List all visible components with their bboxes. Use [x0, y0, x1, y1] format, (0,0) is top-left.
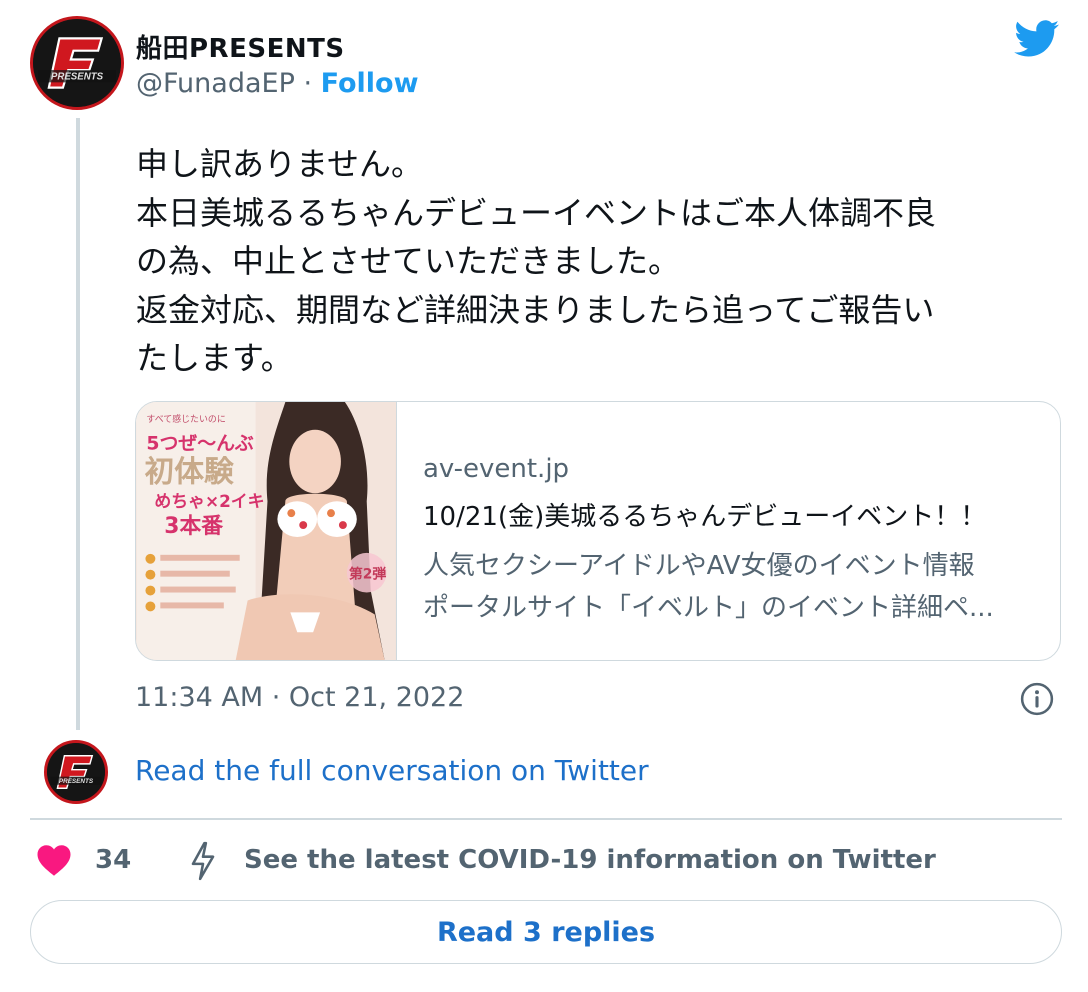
author-display-name[interactable]: 船田PRESENTS: [136, 28, 345, 65]
card-body: av-event.jp 10/21(金)美城るるちゃんデビューイベント！！ 人気…: [397, 402, 994, 660]
thumb-sub: めちゃ×2イキ: [154, 491, 264, 511]
tweet-line: の為、中止とさせていただきました。: [136, 242, 681, 280]
card-thumbnail-image: すべて感じたいのに 5つぜ〜んぶ 初体験 めちゃ×2イキ 3本番 第2弾: [136, 402, 396, 660]
card-domain: av-event.jp: [423, 454, 570, 484]
heart-icon[interactable]: [36, 843, 72, 877]
card-description-line: 人気セクシーアイドルやAV女優のイベント情報: [423, 551, 975, 581]
info-icon[interactable]: [1020, 682, 1054, 716]
card-thumbnail: すべて感じたいのに 5つぜ〜んぶ 初体験 めちゃ×2イキ 3本番 第2弾: [136, 402, 397, 660]
divider: [30, 818, 1062, 820]
card-description: 人気セクシーアイドルやAV女優のイベント情報 ポータルサイト「イベルト」のイベン…: [423, 545, 994, 629]
tweet-text: 申し訳ありません。 本日美城るるちゃんデビューイベントはご本人体調不良 の為、中…: [136, 140, 1066, 383]
tweet-timestamp[interactable]: 11:34 AM · Oct 21, 2022: [135, 682, 464, 713]
card-description-line: ポータルサイト「イベルト」のイベント詳細ペ...: [423, 593, 994, 623]
tweet-line: たします。: [136, 339, 293, 377]
thumb-badge: 第2弾: [349, 566, 387, 583]
follow-link[interactable]: Follow: [321, 68, 419, 99]
svg-text:すべて感じたいのに: すべて感じたいのに: [146, 413, 225, 425]
lightning-bolt-icon[interactable]: [188, 841, 218, 881]
author-handle-row: @FunadaEP · Follow: [136, 68, 419, 99]
read-replies-button[interactable]: Read 3 replies: [30, 900, 1062, 964]
conversation-avatar[interactable]: PRESENTS: [44, 740, 108, 804]
card-title: 10/21(金)美城るるちゃんデビューイベント！！: [423, 502, 987, 532]
tweet-line: 申し訳ありません。: [136, 145, 424, 183]
handle-separator: ·: [294, 68, 321, 99]
tweet-line: 返金対応、期間など詳細決まりましたら追ってご報告い: [136, 290, 935, 329]
funada-presents-logo-icon: PRESENTS: [47, 743, 105, 801]
tweet-line: 本日美城るるちゃんデビューイベントはご本人体調不良: [136, 193, 937, 232]
author-handle[interactable]: @FunadaEP: [136, 68, 295, 99]
link-preview-card[interactable]: すべて感じたいのに 5つぜ〜んぶ 初体験 めちゃ×2イキ 3本番 第2弾 av-…: [135, 401, 1061, 661]
thumb-main: 初体験: [144, 454, 234, 489]
read-full-conversation-link[interactable]: Read the full conversation on Twitter: [135, 754, 649, 787]
thumb-count: 3本番: [164, 514, 223, 539]
author-avatar[interactable]: PRESENTS: [30, 16, 124, 110]
avatar-logo-text: PRESENTS: [59, 778, 94, 785]
twitter-bird-icon[interactable]: [1014, 20, 1060, 58]
funada-presents-logo-icon: PRESENTS: [33, 19, 121, 107]
like-count[interactable]: 34: [95, 845, 131, 875]
covid-info-link[interactable]: See the latest COVID-19 information on T…: [244, 845, 936, 875]
avatar-logo-text: PRESENTS: [51, 72, 104, 83]
thread-line: [76, 118, 80, 730]
thumb-headline: 5つぜ〜んぶ: [146, 433, 253, 455]
